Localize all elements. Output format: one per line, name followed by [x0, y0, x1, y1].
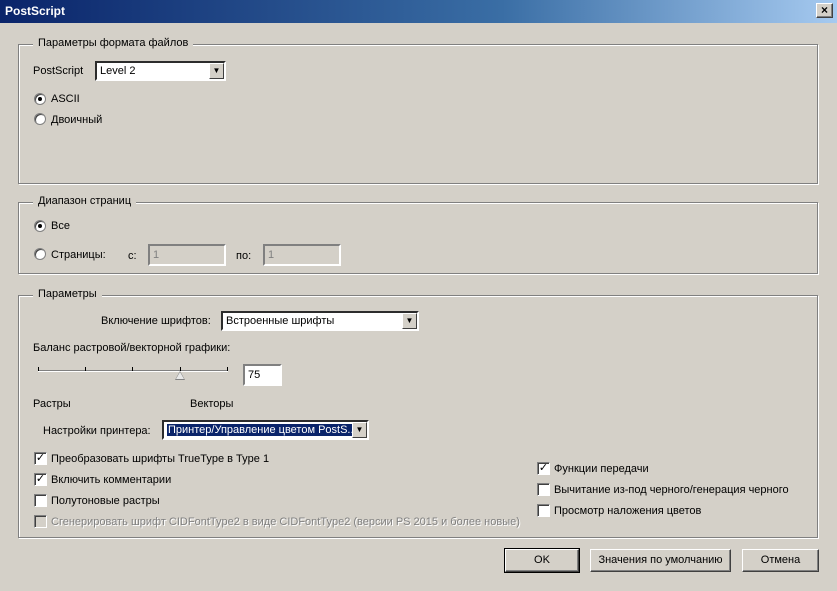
cancel-button[interactable]: Отмена: [742, 549, 819, 572]
ok-button[interactable]: OK: [504, 548, 580, 573]
postscript-level-select[interactable]: Level 2 ▼: [95, 61, 226, 81]
slider-tick: [227, 367, 228, 371]
slider-tick: [38, 367, 39, 371]
chevron-down-icon[interactable]: ▼: [352, 422, 367, 438]
cidfont-checkbox: [34, 515, 47, 528]
halftone-checkbox[interactable]: [34, 494, 47, 507]
balance-slider-thumb[interactable]: [175, 371, 185, 380]
from-page-input[interactable]: 1: [148, 244, 226, 266]
title-bar: PostScript ×: [0, 0, 837, 23]
printer-settings-select[interactable]: Принтер/Управление цветом PostS... ▼: [162, 420, 369, 440]
params-legend: Параметры: [33, 288, 102, 300]
cidfont-label: Сгенерировать шрифт CIDFontType2 в виде …: [51, 516, 520, 528]
vector-label: Векторы: [190, 398, 234, 410]
raster-label: Растры: [33, 398, 71, 410]
font-inclusion-value: Встроенные шрифты: [226, 315, 335, 327]
all-pages-label[interactable]: Все: [51, 220, 70, 232]
chevron-down-icon[interactable]: ▼: [209, 63, 224, 79]
page-range-legend: Диапазон страниц: [33, 195, 137, 207]
balance-slider-track[interactable]: [38, 370, 228, 372]
overprint-preview-label[interactable]: Просмотр наложения цветов: [554, 505, 701, 517]
all-pages-radio[interactable]: [34, 220, 46, 232]
printer-settings-value: Принтер/Управление цветом PostS...: [166, 423, 359, 437]
ucr-gcr-label[interactable]: Вычитание из-под черного/генерация черно…: [554, 484, 789, 496]
binary-label[interactable]: Двоичный: [51, 114, 102, 126]
pages-radio[interactable]: [34, 248, 46, 260]
page-range-group: Диапазон страниц: [18, 195, 818, 274]
postscript-label: PostScript: [33, 65, 84, 77]
include-comments-label[interactable]: Включить комментарии: [51, 474, 171, 486]
defaults-button[interactable]: Значения по умолчанию: [590, 549, 731, 572]
balance-value-input[interactable]: 75: [243, 364, 282, 386]
halftone-label[interactable]: Полутоновые растры: [51, 495, 160, 507]
ascii-label[interactable]: ASCII: [51, 93, 80, 105]
balance-label: Баланс растровой/векторной графики:: [33, 342, 231, 354]
slider-tick: [85, 367, 86, 371]
printer-settings-label: Настройки принтера:: [43, 425, 151, 437]
chevron-down-icon[interactable]: ▼: [402, 313, 417, 329]
convert-truetype-checkbox[interactable]: ✓: [34, 452, 47, 465]
window-title: PostScript: [5, 4, 66, 18]
postscript-level-value: Level 2: [100, 65, 136, 77]
slider-tick: [132, 367, 133, 371]
font-inclusion-label: Включение шрифтов:: [101, 315, 211, 327]
overprint-preview-checkbox[interactable]: [537, 504, 550, 517]
include-comments-checkbox[interactable]: ✓: [34, 473, 47, 486]
convert-truetype-label[interactable]: Преобразовать шрифты TrueType в Type 1: [51, 453, 269, 465]
transfer-functions-label[interactable]: Функции передачи: [554, 463, 649, 475]
close-icon[interactable]: ×: [816, 3, 833, 18]
pages-label[interactable]: Страницы:: [51, 249, 106, 261]
font-inclusion-select[interactable]: Встроенные шрифты ▼: [221, 311, 419, 331]
file-format-legend: Параметры формата файлов: [33, 37, 194, 49]
to-label: по:: [236, 250, 252, 262]
transfer-functions-checkbox[interactable]: ✓: [537, 462, 550, 475]
to-page-input[interactable]: 1: [263, 244, 341, 266]
from-label: с:: [128, 250, 137, 262]
binary-radio[interactable]: [34, 113, 46, 125]
ucr-gcr-checkbox[interactable]: [537, 483, 550, 496]
ascii-radio[interactable]: [34, 93, 46, 105]
